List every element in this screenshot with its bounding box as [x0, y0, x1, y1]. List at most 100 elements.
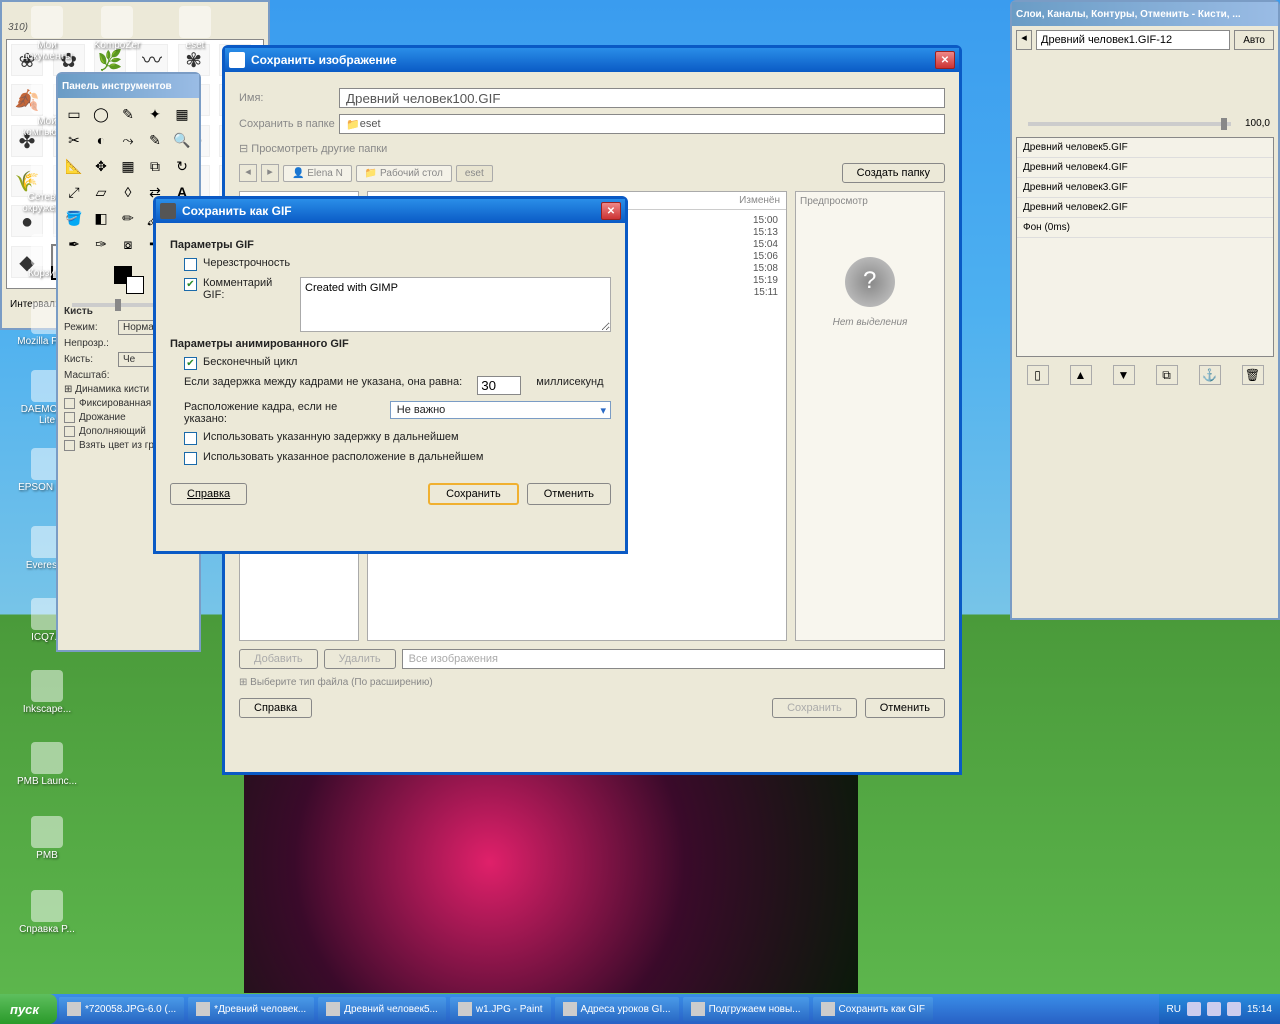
tray-icon[interactable]: [1187, 1002, 1201, 1016]
taskbar-item[interactable]: Древний человек5...: [318, 997, 446, 1021]
taskbar-item[interactable]: Подгружаем новы...: [683, 997, 809, 1021]
comment-textarea[interactable]: [300, 277, 611, 332]
file-times: 15:0015:1315:0415:0615:0815:1915:11: [745, 210, 786, 303]
free-select-tool[interactable]: ✎: [116, 102, 140, 126]
help-button[interactable]: Справка: [239, 698, 312, 718]
clone-tool[interactable]: ⧇: [116, 232, 140, 256]
comment-checkbox[interactable]: ✔: [184, 278, 197, 291]
auto-button[interactable]: Авто: [1234, 30, 1274, 50]
cancel-button[interactable]: Отменить: [527, 483, 611, 505]
perspective-tool[interactable]: ◊: [116, 180, 140, 204]
color-select-tool[interactable]: ▦: [170, 102, 194, 126]
foreground-tool[interactable]: ◐: [89, 128, 113, 152]
blend-tool[interactable]: ◧: [89, 206, 113, 230]
language-indicator[interactable]: RU: [1167, 1004, 1181, 1015]
bc-item[interactable]: 📁 Рабочий стол: [356, 165, 452, 182]
rect-select-tool[interactable]: ▭: [62, 102, 86, 126]
layer-item[interactable]: Фон (0ms): [1017, 218, 1273, 238]
eset-folder-icon[interactable]: eset: [160, 6, 230, 51]
tray-icon[interactable]: [1227, 1002, 1241, 1016]
name-label: Имя:: [239, 92, 339, 104]
save-button[interactable]: Сохранить: [772, 698, 857, 718]
jitter-checkbox[interactable]: [64, 412, 75, 423]
taskbar-item[interactable]: Сохранить как GIF: [813, 997, 933, 1021]
bc-fwd-button[interactable]: ▸: [261, 164, 279, 182]
brush-dynamics-label[interactable]: ⊞ Динамика кисти: [64, 384, 149, 395]
color-picker-tool[interactable]: ✎: [143, 128, 167, 152]
browse-toggle[interactable]: Просмотреть другие папки: [251, 143, 387, 155]
close-icon[interactable]: ✕: [601, 202, 621, 220]
help-icon[interactable]: Справка P...: [12, 890, 82, 935]
save-button[interactable]: Сохранить: [428, 483, 519, 505]
inkscape-icon[interactable]: Inkscape...: [12, 670, 82, 715]
clock[interactable]: 15:14: [1247, 1004, 1272, 1015]
pmb-launcher-icon[interactable]: PMB Launc...: [12, 742, 82, 787]
layer-up-button[interactable]: ▲: [1070, 365, 1092, 385]
opacity-label: Непрозр.:: [64, 338, 118, 349]
pmb-icon[interactable]: PMB: [12, 816, 82, 861]
create-folder-button[interactable]: Создать папку: [842, 163, 945, 183]
opacity-slider[interactable]: [1028, 122, 1231, 126]
preview-label: Предпросмотр: [800, 196, 940, 207]
fixed-checkbox[interactable]: [64, 398, 75, 409]
anchor-layer-button[interactable]: ⚓: [1199, 365, 1221, 385]
zoom-tool[interactable]: 🔍: [170, 128, 194, 152]
taskbar: пуск *720058.JPG-6.0 (... *Древний челов…: [0, 994, 1280, 1024]
filename-input[interactable]: [339, 88, 945, 108]
bc-item[interactable]: 👤 Elena N: [283, 165, 352, 182]
use-delay-checkbox[interactable]: [184, 432, 197, 445]
taskbar-item[interactable]: Адреса уроков GI...: [555, 997, 679, 1021]
taskbar-item[interactable]: *720058.JPG-6.0 (...: [59, 997, 184, 1021]
layer-item[interactable]: Древний человек3.GIF: [1017, 178, 1273, 198]
filetype-expander[interactable]: ⊞ Выберите тип файла (По расширению): [239, 677, 945, 688]
pencil-tool[interactable]: ✏: [116, 206, 140, 230]
scale-tool[interactable]: ⤢: [62, 180, 86, 204]
image-selector[interactable]: [1036, 30, 1230, 50]
help-button[interactable]: Справка: [170, 483, 247, 505]
fuzzy-select-tool[interactable]: ✦: [143, 102, 167, 126]
new-layer-button[interactable]: ▯: [1027, 365, 1049, 385]
bc-back-button[interactable]: ◂: [239, 164, 257, 182]
tray-icon[interactable]: [1207, 1002, 1221, 1016]
layer-item[interactable]: Древний человек5.GIF: [1017, 138, 1273, 158]
bg-color[interactable]: [126, 276, 144, 294]
ink-tool[interactable]: ✑: [89, 232, 113, 256]
align-tool[interactable]: ▦: [116, 154, 140, 178]
cancel-button[interactable]: Отменить: [865, 698, 945, 718]
shear-tool[interactable]: ▱: [89, 180, 113, 204]
image-nav-icon[interactable]: ◂: [1016, 30, 1032, 50]
delete-layer-button[interactable]: 🗑: [1242, 365, 1264, 385]
duplicate-layer-button[interactable]: ⧉: [1156, 365, 1178, 385]
crop-tool[interactable]: ⧉: [143, 154, 167, 178]
gradient-checkbox[interactable]: [64, 440, 75, 451]
use-dispose-checkbox[interactable]: [184, 452, 197, 465]
dispose-select[interactable]: Не важно: [390, 401, 611, 419]
taskbar-item[interactable]: *Древний человек...: [188, 997, 314, 1021]
bc-item[interactable]: eset: [456, 165, 493, 182]
close-button[interactable]: ✕: [935, 51, 955, 69]
taskbar-item[interactable]: w1.JPG - Paint: [450, 997, 551, 1021]
delete-button[interactable]: Удалить: [324, 649, 396, 669]
layer-item[interactable]: Древний человек4.GIF: [1017, 158, 1273, 178]
my-documents-icon[interactable]: Мои документы: [12, 6, 82, 62]
modified-header[interactable]: Изменён: [733, 192, 786, 209]
rotate-tool[interactable]: ↻: [170, 154, 194, 178]
airbrush-tool[interactable]: ✒: [62, 232, 86, 256]
loop-checkbox[interactable]: ✔: [184, 357, 197, 370]
interlace-checkbox[interactable]: [184, 258, 197, 271]
fill-checkbox[interactable]: [64, 426, 75, 437]
layer-item[interactable]: Древний человек2.GIF: [1017, 198, 1273, 218]
move-tool[interactable]: ✥: [89, 154, 113, 178]
ellipse-select-tool[interactable]: ◯: [89, 102, 113, 126]
layer-down-button[interactable]: ▼: [1113, 365, 1135, 385]
add-button[interactable]: Добавить: [239, 649, 318, 669]
scissors-tool[interactable]: ✂: [62, 128, 86, 152]
filter-select[interactable]: Все изображения: [402, 649, 945, 669]
bucket-fill-tool[interactable]: 🪣: [62, 206, 86, 230]
folder-select[interactable]: 📁 eset: [339, 114, 945, 134]
kompozer-icon[interactable]: KompoZer: [82, 6, 152, 51]
start-button[interactable]: пуск: [0, 994, 57, 1024]
delay-input[interactable]: [477, 376, 521, 395]
measure-tool[interactable]: 📐: [62, 154, 86, 178]
paths-tool[interactable]: ⤳: [116, 128, 140, 152]
